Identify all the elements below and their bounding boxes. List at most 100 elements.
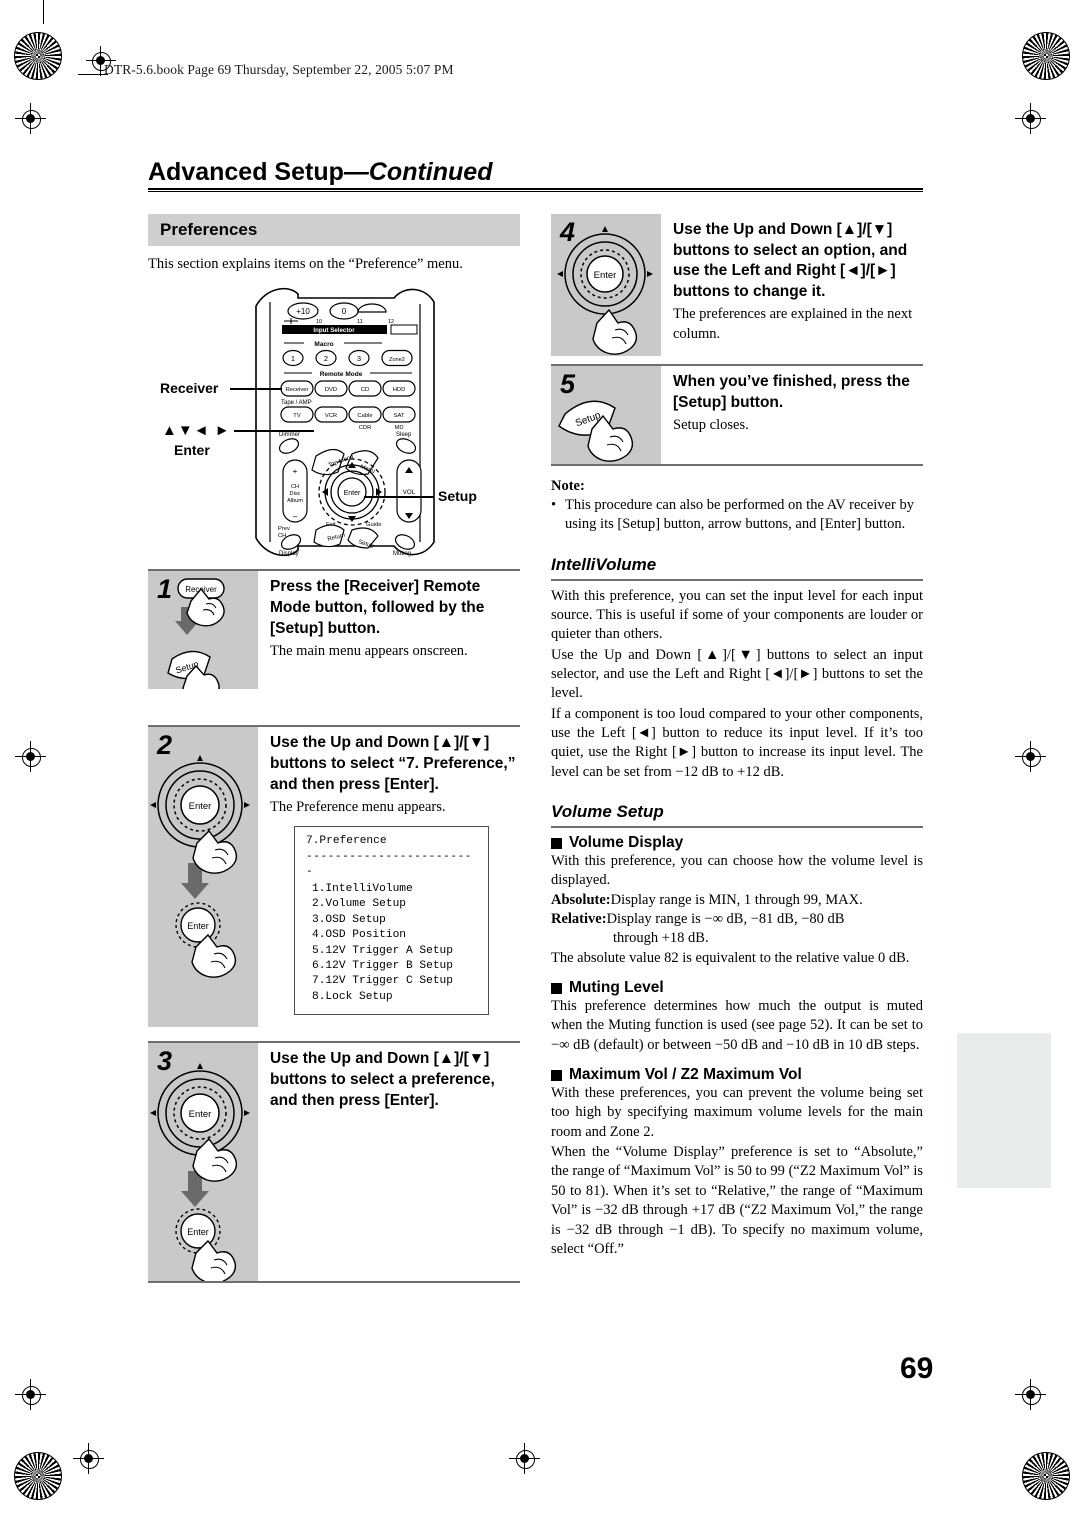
intellivolume-paragraph: Use the Up and Down [▲]/[▼] buttons to s… — [551, 646, 923, 702]
osd-item[interactable]: 7.12V Trigger C Setup — [312, 974, 479, 989]
svg-text:Enter: Enter — [187, 921, 209, 931]
step-3: 3 Enter Enter Use the Up and Down [▲]/[▼… — [148, 1041, 520, 1282]
leader-setup — [364, 496, 434, 498]
svg-text:Guide: Guide — [366, 522, 381, 528]
corner-burst-top-right — [1022, 32, 1070, 80]
volume-setup-rule — [551, 826, 923, 828]
subheading-volume-display: Volume Display — [551, 834, 923, 852]
svg-text:+: + — [293, 466, 298, 476]
bullet-dot-icon: • — [551, 497, 557, 513]
svg-text:DVD: DVD — [325, 387, 337, 393]
intellivolume-rule — [551, 578, 923, 581]
step-4-graphic: 4 Enter — [551, 214, 661, 356]
svg-text:Enter: Enter — [594, 270, 617, 281]
step-3-title: Use the Up and Down [▲]/[▼] buttons to s… — [270, 1050, 495, 1109]
chapter-title-text: Advanced Setup — [148, 158, 344, 186]
remote-label-enter: Enter — [174, 442, 210, 459]
maximum-vol-paragraph: With these preferences, you can prevent … — [551, 1085, 923, 1140]
svg-text:2: 2 — [324, 354, 328, 363]
trim-line-top-left-v — [43, 0, 44, 24]
step-2-graphic: 2 Enter Enter — [148, 727, 258, 1028]
step-2-title: Use the Up and Down [▲]/[▼] buttons to s… — [270, 734, 516, 793]
step-3-graphic: 3 Enter Enter — [148, 1043, 258, 1282]
side-index-tab — [957, 1033, 1051, 1188]
definition-relative: Relative:Display range is −∞ dB, −81 dB,… — [551, 910, 923, 929]
svg-text:Remote Mode: Remote Mode — [320, 371, 363, 378]
osd-item[interactable]: 2.Volume Setup — [312, 897, 479, 912]
definition-relative-continuation: through +18 dB. — [613, 930, 709, 947]
page-title: Advanced Setup—Continued — [148, 158, 923, 187]
svg-text:Input Selector: Input Selector — [313, 327, 355, 334]
step-1-graphic: 1 Receiver Setup — [148, 571, 258, 690]
step-5-title: When you’ve finished, press the [Setup] … — [673, 373, 910, 411]
muting-level-paragraph: This preference determines how much the … — [551, 998, 923, 1053]
section-intro-text: This section explains items on the “Pref… — [148, 256, 463, 272]
osd-title: 7.Preference — [306, 835, 387, 848]
osd-item[interactable]: 6.12V Trigger B Setup — [312, 959, 479, 974]
subheading-maximum-vol-label: Maximum Vol / Z2 Maximum Vol — [569, 1066, 802, 1084]
svg-text:MD: MD — [394, 425, 403, 431]
osd-item[interactable]: 8.Lock Setup — [312, 990, 479, 1005]
step-3-body: Use the Up and Down [▲]/[▼] buttons to s… — [258, 1043, 520, 1281]
subheading-muting-level-label: Muting Level — [569, 979, 664, 997]
svg-text:Enter: Enter — [187, 1227, 209, 1237]
step-5-body: When you’ve finished, press the [Setup] … — [661, 366, 923, 464]
definition-relative-text: Display range is −∞ dB, −81 dB, −80 dB — [606, 911, 845, 928]
remote-label-arrows: ▲▼◄ ► — [162, 422, 231, 440]
square-bullet-icon — [551, 837, 562, 849]
svg-text:VOL: VOL — [403, 489, 416, 496]
book-print-line: DTR-5.6.book Page 69 Thursday, September… — [104, 62, 454, 77]
step-2: 2 Enter Enter Use the Up and Down [▲]/[▼… — [148, 725, 520, 1028]
svg-text:TV: TV — [293, 413, 301, 419]
right-column: 4 Enter Use the Up and Down [▲]/[▼] butt… — [551, 214, 923, 1259]
svg-text:10: 10 — [316, 319, 322, 325]
remote-control-illustration: +10 0 10 11 12 Input Selector Macro 1 2 … — [148, 280, 520, 565]
svg-text:11: 11 — [357, 319, 363, 325]
svg-text:Album: Album — [287, 498, 303, 504]
osd-item[interactable]: 4.OSD Position — [312, 928, 479, 943]
svg-text:Zone2: Zone2 — [389, 357, 405, 363]
step-4: 4 Enter Use the Up and Down [▲]/[▼] butt… — [551, 214, 923, 356]
left-column: Preferences This section explains items … — [148, 214, 520, 1284]
step-1-body: Press the [Receiver] Remote Mode button,… — [258, 571, 520, 689]
definition-absolute: Absolute:Display range is MIN, 1 through… — [551, 891, 923, 910]
svg-text:Enter: Enter — [344, 490, 361, 497]
subheading-maximum-vol: Maximum Vol / Z2 Maximum Vol — [551, 1066, 923, 1084]
osd-item-list: 1.IntelliVolume 2.Volume Setup 3.OSD Set… — [306, 882, 479, 1006]
svg-text:VCR: VCR — [325, 413, 337, 419]
step-2-sub: The Preference menu appears. — [270, 799, 446, 816]
step-1-sub: The main menu appears onscreen. — [270, 643, 468, 660]
svg-text:Muting: Muting — [393, 551, 411, 557]
definition-relative-term: Relative: — [551, 911, 607, 928]
leader-receiver — [230, 388, 282, 390]
chapter-divider — [148, 188, 923, 192]
square-bullet-icon — [551, 982, 562, 994]
step-3-graphic-svg: Enter Enter — [150, 1063, 250, 1282]
osd-item[interactable]: 3.OSD Setup — [312, 913, 479, 928]
step-5-sub: Setup closes. — [673, 417, 749, 434]
volume-display-paragraph: With this preference, you can choose how… — [551, 853, 923, 889]
svg-text:CDR: CDR — [359, 425, 372, 431]
osd-item[interactable]: 5.12V Trigger A Setup — [312, 944, 479, 959]
svg-text:Enter: Enter — [189, 801, 212, 812]
corner-burst-icon — [14, 32, 62, 80]
svg-text:Cable: Cable — [357, 413, 372, 419]
osd-preference-menu: 7.Preference ------------------------ 1.… — [294, 826, 489, 1016]
square-bullet-icon — [551, 1069, 562, 1081]
step-3-number: 3 — [157, 1046, 173, 1077]
svg-text:Display: Display — [279, 551, 299, 557]
svg-text:Sleep: Sleep — [396, 432, 412, 438]
svg-text:Disc: Disc — [290, 491, 301, 497]
svg-text:CH: CH — [291, 484, 299, 490]
svg-text:0: 0 — [342, 307, 347, 316]
svg-text:+10: +10 — [296, 307, 310, 316]
intellivolume-paragraph: If a component is too loud compared to y… — [551, 705, 923, 780]
osd-item[interactable]: 1.IntelliVolume — [312, 882, 479, 897]
definition-absolute-text: Display range is MIN, 1 through 99, MAX. — [610, 891, 863, 908]
step-1-number: 1 — [157, 574, 173, 605]
svg-text:Macro: Macro — [314, 341, 333, 348]
step-5: 5 Setup When you’ve finished, press the … — [551, 364, 923, 464]
page-number: 69 — [900, 1352, 934, 1385]
leader-arrows — [234, 430, 314, 432]
corner-burst-bottom-left — [14, 1452, 62, 1500]
